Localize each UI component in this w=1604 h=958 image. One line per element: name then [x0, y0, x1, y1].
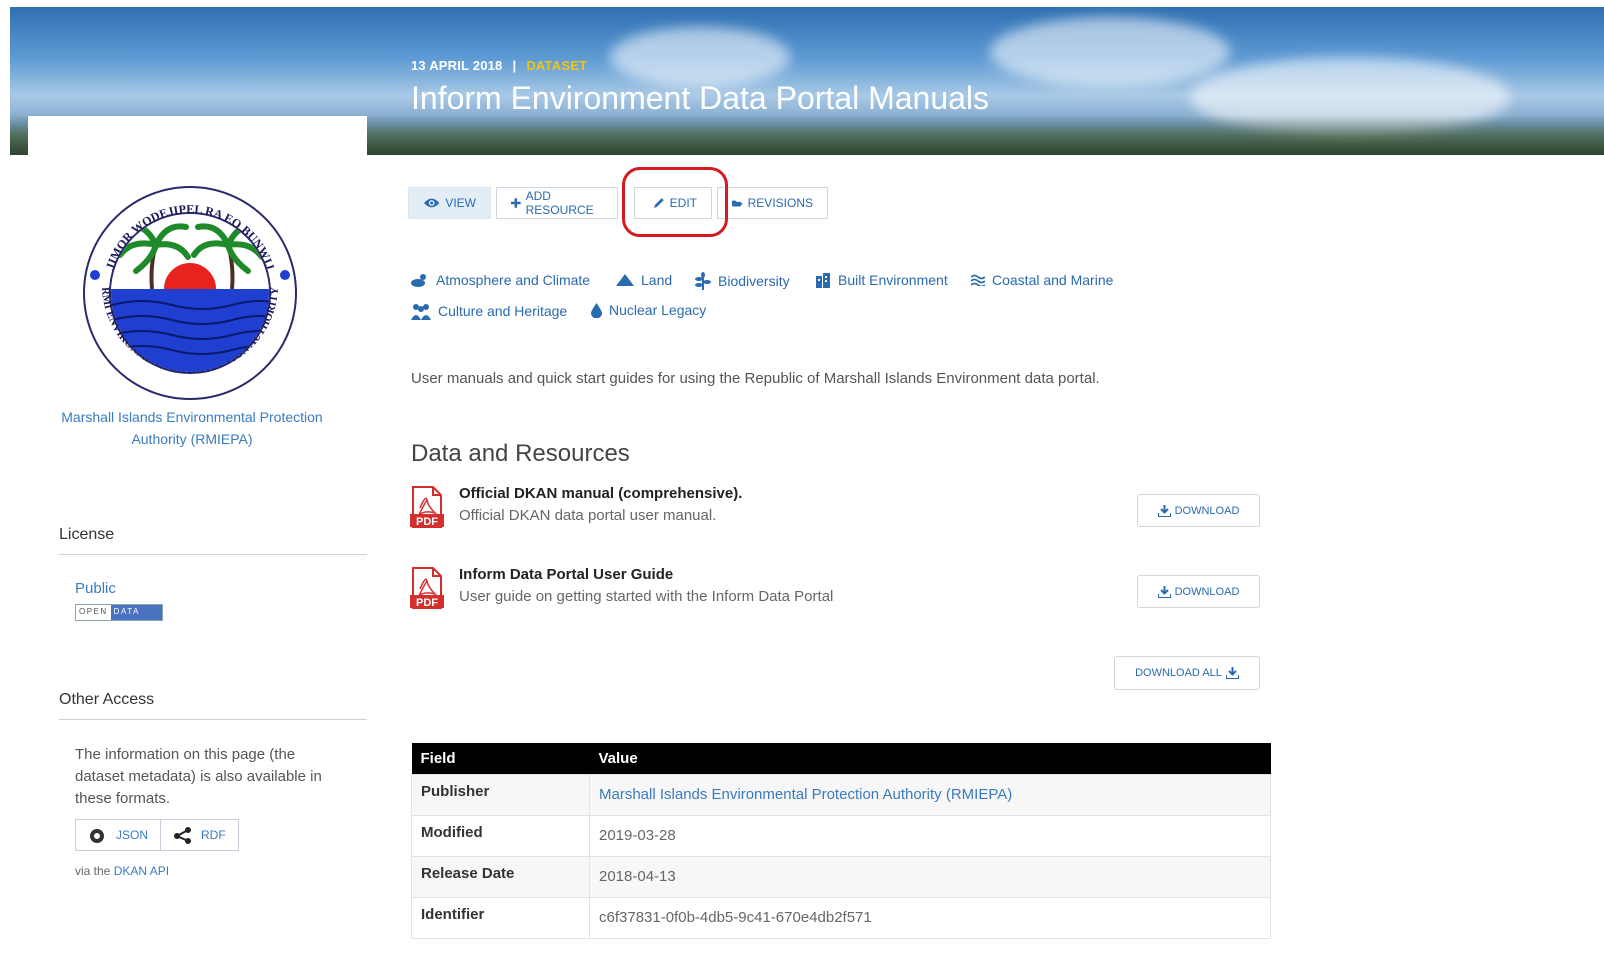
meta-separator: |	[512, 58, 517, 73]
license-value-link[interactable]: Public	[75, 580, 116, 597]
resource-description: User guide on getting started with the I…	[459, 588, 834, 605]
topic-label: Atmosphere and Climate	[436, 272, 591, 288]
dataset-type: DATASET	[526, 58, 588, 73]
download-button-label: DOWNLOAD	[1174, 585, 1240, 598]
revisions-button[interactable]: REVISIONS	[717, 187, 828, 219]
plus-icon	[511, 198, 521, 208]
topic-built-environment[interactable]: Built Environment	[815, 272, 948, 288]
json-format-label: JSON	[116, 828, 149, 842]
dkan-api-link[interactable]: DKAN API	[114, 864, 169, 878]
organization-logo[interactable]: JIMOR WODEJIPEL RA EO BUNWIJ RMI ENVIRON…	[82, 185, 298, 401]
json-format-link[interactable]: JSON	[76, 820, 160, 850]
via-api-note: via the DKAN API	[75, 864, 169, 878]
other-access-heading: Other Access	[59, 691, 367, 720]
eye-icon	[423, 198, 440, 208]
topic-biodiversity[interactable]: Biodiversity	[695, 272, 790, 290]
cloud-decoration	[610, 27, 790, 87]
dataset-description: User manuals and quick start guides for …	[411, 370, 1100, 387]
view-button[interactable]: VIEW	[408, 187, 491, 219]
open-data-badge-right: DATA	[110, 605, 162, 620]
download-button-label: DOWNLOAD	[1174, 504, 1240, 517]
table-row: Release Date 2018-04-13	[411, 856, 1271, 898]
pdf-icon[interactable]: PDF	[410, 486, 444, 528]
open-data-badge-left: OPEN	[76, 605, 111, 620]
resource-title-link[interactable]: Official DKAN manual (comprehensive).	[459, 485, 742, 502]
topic-label: Coastal and Marine	[992, 272, 1114, 288]
rdf-format-label: RDF	[201, 828, 226, 842]
pdf-icon[interactable]: PDF	[410, 567, 444, 609]
other-access-text: The information on this page (the datase…	[75, 746, 322, 807]
value-cell: 2019-03-28	[589, 815, 1271, 857]
download-icon	[1225, 667, 1239, 679]
via-prefix: via the	[75, 864, 111, 878]
table-row: Publisher Marshall Islands Environmental…	[411, 774, 1271, 816]
drop-icon	[591, 302, 602, 318]
people-icon	[411, 304, 431, 320]
mountain-icon	[616, 274, 634, 286]
table-row: Identifier c6f37831-0f0b-4db5-9c41-670e4…	[411, 897, 1271, 939]
format-buttons: JSON RDF	[75, 819, 239, 851]
value-cell: 2018-04-13	[589, 856, 1271, 898]
plant-icon	[695, 272, 711, 290]
topic-nuclear-legacy[interactable]: Nuclear Legacy	[591, 302, 706, 318]
rdf-format-link[interactable]: RDF	[160, 820, 238, 850]
metadata-table: Field Value Publisher Marshall Islands E…	[411, 743, 1271, 939]
dataset-meta-line: 13 APRIL 2018 | DATASET	[411, 58, 587, 73]
folder-open-icon	[732, 200, 743, 207]
data-resources-heading: Data and Resources	[411, 440, 630, 467]
svg-text:PDF: PDF	[416, 597, 438, 609]
topic-label: Built Environment	[838, 272, 948, 288]
value-cell: c6f37831-0f0b-4db5-9c41-670e4db2f571	[589, 897, 1271, 939]
field-cell: Publisher	[411, 774, 590, 816]
topic-label: Culture and Heritage	[438, 303, 568, 319]
table-header-row: Field Value	[411, 743, 1271, 775]
publisher-link[interactable]: Marshall Islands Environmental Protectio…	[599, 786, 1012, 803]
table-header-value: Value	[589, 743, 1271, 775]
page-title: Inform Environment Data Portal Manuals	[411, 80, 990, 116]
waves-icon	[971, 274, 985, 286]
topic-coastal-and-marine[interactable]: Coastal and Marine	[971, 272, 1113, 288]
organization-name-link[interactable]: Marshall Islands Environmental Protectio…	[60, 406, 324, 450]
weather-icon	[411, 274, 426, 287]
topic-label: Biodiversity	[718, 273, 790, 289]
table-row: Modified 2019-03-28	[411, 815, 1271, 857]
field-cell: Release Date	[411, 856, 590, 898]
topic-label: Land	[641, 272, 673, 288]
topic-atmosphere-and-climate[interactable]: Atmosphere and Climate	[411, 272, 590, 288]
license-heading: License	[59, 526, 367, 555]
resource-title-link[interactable]: Inform Data Portal User Guide	[459, 566, 673, 583]
download-button[interactable]: DOWNLOAD	[1137, 494, 1260, 527]
download-button[interactable]: DOWNLOAD	[1137, 575, 1260, 608]
json-icon	[90, 829, 104, 843]
download-all-label: DOWNLOAD ALL	[1135, 667, 1222, 679]
table-header-field: Field	[411, 743, 590, 775]
edit-highlight-ring	[622, 167, 728, 237]
dataset-date: 13 APRIL 2018	[411, 58, 503, 73]
add-resource-button[interactable]: ADD RESOURCE	[496, 187, 618, 219]
field-cell: Identifier	[411, 897, 590, 939]
topic-culture-and-heritage[interactable]: Culture and Heritage	[411, 302, 567, 320]
field-cell: Modified	[411, 815, 590, 857]
download-icon	[1157, 504, 1171, 517]
open-data-badge[interactable]: OPEN DATA	[75, 604, 163, 621]
share-icon	[174, 827, 192, 844]
svg-text:PDF: PDF	[416, 516, 438, 528]
topic-land[interactable]: Land	[616, 272, 672, 288]
revisions-button-label: REVISIONS	[747, 196, 813, 210]
download-icon	[1157, 585, 1171, 598]
download-all-button[interactable]: DOWNLOAD ALL	[1114, 656, 1260, 690]
building-icon	[816, 273, 830, 288]
view-button-label: VIEW	[445, 196, 476, 210]
resource-description: Official DKAN data portal user manual.	[459, 507, 717, 524]
topic-label: Nuclear Legacy	[609, 302, 707, 318]
cloud-decoration	[990, 17, 1230, 87]
value-cell: Marshall Islands Environmental Protectio…	[589, 774, 1271, 816]
add-resource-button-label: ADD RESOURCE	[525, 189, 594, 217]
